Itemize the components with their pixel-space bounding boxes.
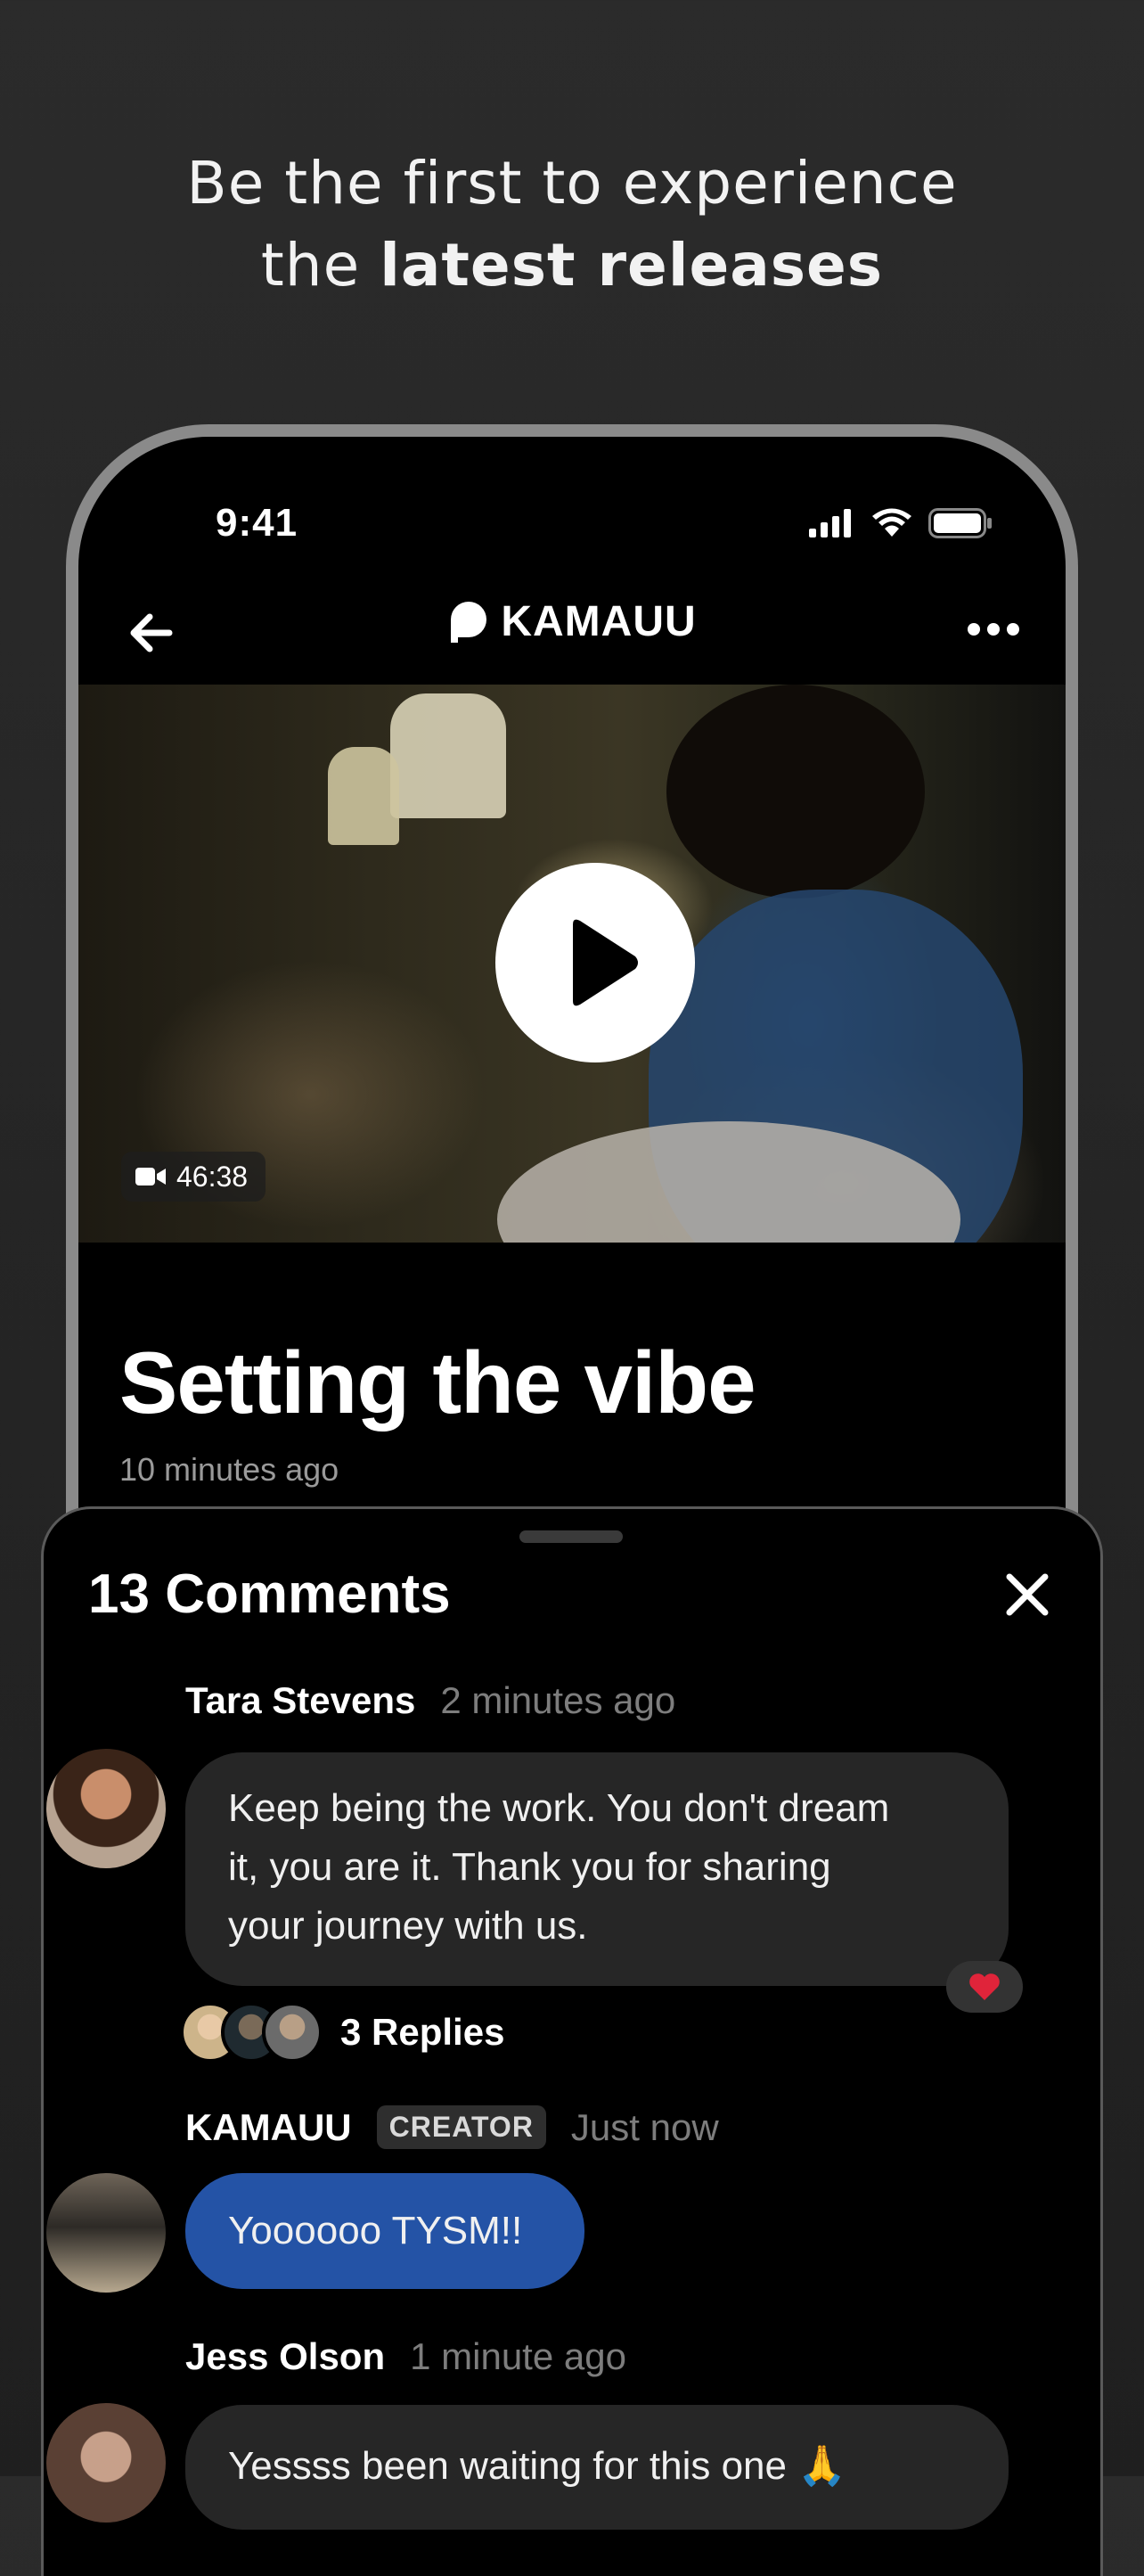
replies-link[interactable]: 3 Replies [180, 2002, 504, 2063]
comment-time: 2 minutes ago [440, 1679, 676, 1721]
comments-count-title: 13 Comments [88, 1563, 451, 1625]
headline-line-1: Be the first to experience [186, 149, 958, 217]
signal-icon [809, 509, 851, 537]
comment-header: Jess Olson 1 minute ago [185, 2335, 626, 2378]
video-camera-icon [135, 1168, 166, 1185]
more-horizontal-icon[interactable] [962, 611, 1025, 647]
avatar[interactable] [46, 2173, 166, 2293]
comment-text-line: it, you are it. Thank you for sharing [228, 1845, 831, 1889]
duration-text: 46:38 [176, 1160, 249, 1193]
wifi-icon [872, 508, 911, 537]
reaction-badge[interactable] [946, 1961, 1023, 2013]
headline-bold: latest releases [380, 231, 884, 299]
video-player[interactable]: 46:38 [78, 685, 1066, 1243]
comment-time: 1 minute ago [410, 2335, 626, 2377]
close-icon[interactable] [1002, 1570, 1052, 1620]
comment-author[interactable]: KAMAUU [185, 2106, 352, 2149]
comment-header: Tara Stevens 2 minutes ago [185, 1679, 675, 1722]
headline-line-2: the latest releases [0, 225, 1144, 307]
marketing-headline: Be the first to experience the latest re… [0, 143, 1144, 307]
avatar[interactable] [46, 1749, 166, 1868]
comment-text-line: Keep being the work. You don't dream [228, 1786, 890, 1830]
status-icons [809, 508, 993, 538]
top-nav: KAMAUU [78, 597, 1066, 669]
play-button[interactable] [495, 863, 695, 1062]
status-time: 9:41 [216, 501, 298, 545]
status-bar: 9:41 [78, 501, 1066, 554]
comment-author[interactable]: Tara Stevens [185, 1679, 415, 1722]
lamp-shade-decor [390, 693, 506, 818]
replies-count: 3 Replies [340, 2011, 505, 2053]
avatar [262, 2002, 323, 2063]
brand-name: KAMAUU [501, 598, 697, 645]
lamp-shade-decor [328, 747, 399, 845]
reply-avatars [180, 2002, 323, 2063]
headline-prefix: the [260, 231, 380, 299]
play-icon [573, 919, 638, 1006]
comment-bubble[interactable]: Yoooooo TYSM!! [185, 2173, 584, 2289]
patreon-logo-icon [451, 601, 487, 643]
avatar[interactable] [46, 2403, 166, 2523]
creator-badge: CREATOR [376, 2105, 546, 2149]
creator-brand[interactable]: KAMAUU [78, 597, 1066, 646]
heart-icon [969, 1973, 1000, 2000]
post-title: Setting the vibe [119, 1333, 756, 1432]
sheet-drag-handle[interactable] [519, 1530, 623, 1543]
battery-icon [928, 508, 992, 538]
video-duration-badge: 46:38 [121, 1152, 266, 1202]
comment-bubble[interactable]: Yessss been waiting for this one 🙏 [185, 2405, 1009, 2530]
comment-header: KAMAUU CREATOR Just now [185, 2105, 719, 2149]
comment-time: Just now [570, 2105, 719, 2148]
comment-author[interactable]: Jess Olson [185, 2335, 385, 2378]
comment-bubble[interactable]: Keep being the work. You don't dream it,… [185, 1752, 1009, 1986]
post-timestamp: 10 minutes ago [119, 1451, 339, 1488]
comment-text-line: your journey with us. [228, 1904, 588, 1948]
comment-text: Yoooooo TYSM!! [228, 2209, 523, 2252]
person-silhouette [666, 685, 925, 898]
comment-text: Yessss been waiting for this one 🙏 [228, 2444, 846, 2488]
